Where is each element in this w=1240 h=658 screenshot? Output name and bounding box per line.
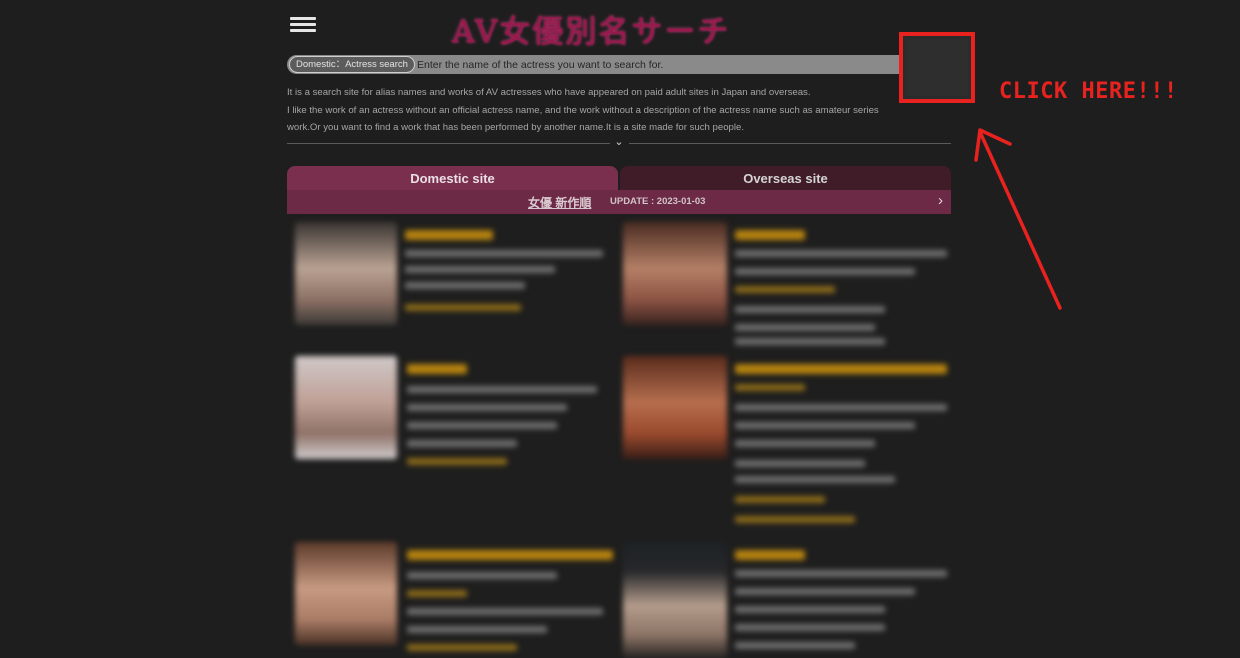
actress-name [407, 364, 467, 374]
highlight-box [899, 32, 975, 103]
actress-info [735, 476, 895, 483]
actress-card[interactable] [623, 356, 949, 531]
actress-card[interactable] [295, 542, 615, 658]
actress-info [735, 570, 947, 577]
actress-info [735, 606, 885, 613]
actress-info [735, 624, 885, 631]
actress-card[interactable] [623, 542, 949, 658]
actress-info [407, 440, 517, 447]
actress-works [407, 590, 467, 597]
actress-info [735, 306, 885, 313]
actress-works [735, 496, 825, 503]
search-mode-selector[interactable]: Domestic：Actress search [289, 56, 415, 73]
actress-name [405, 230, 493, 240]
actress-info [405, 282, 525, 289]
hamburger-menu-icon[interactable] [290, 14, 316, 38]
description-line: I like the work of an actress without an… [287, 104, 879, 116]
actress-info [407, 404, 567, 411]
actress-info [405, 266, 555, 273]
actress-info [735, 324, 875, 331]
actress-photo [295, 356, 397, 459]
arrow-annotation-icon [974, 128, 1062, 310]
actress-name [735, 550, 805, 560]
actress-works [407, 458, 507, 465]
actress-photo [623, 356, 727, 459]
actress-info [407, 608, 603, 615]
actress-info [407, 386, 597, 393]
actress-info [407, 422, 557, 429]
actress-info [407, 572, 557, 579]
tab-overseas-site[interactable]: Overseas site [620, 166, 951, 192]
actress-name [407, 550, 613, 560]
actress-new-works-link[interactable]: 女優 新作順 [528, 194, 591, 211]
actress-works [735, 516, 855, 523]
actress-name [735, 364, 947, 374]
actress-info [407, 626, 547, 633]
actress-works [407, 644, 517, 651]
actress-info [735, 404, 947, 411]
actress-photo [295, 542, 397, 645]
actress-photo [623, 222, 727, 325]
actress-photo [295, 222, 397, 325]
site-logo[interactable]: AV女優別名サーチ [452, 6, 730, 51]
actress-info [735, 338, 885, 345]
actress-works [405, 304, 521, 311]
search-bar: Domestic：Actress search ••• [287, 55, 951, 74]
actress-works [735, 286, 835, 293]
actress-info [735, 642, 855, 649]
chevron-right-icon[interactable]: › [938, 192, 943, 209]
actress-card[interactable] [295, 356, 605, 471]
actress-info [735, 268, 915, 275]
description-line: It is a search site for alias names and … [287, 87, 811, 98]
actress-info [735, 440, 875, 447]
actress-info [405, 250, 603, 257]
click-here-callout: CLICK HERE!!! [999, 79, 1178, 104]
highlight-box-fill [906, 39, 968, 96]
actress-photo [623, 542, 727, 658]
chevron-down-icon[interactable]: ⌄ [612, 136, 626, 148]
actress-name [735, 230, 805, 240]
divider [629, 143, 951, 144]
tab-domestic-site[interactable]: Domestic site [287, 166, 618, 192]
site-description: It is a search site for alias names and … [287, 84, 951, 137]
actress-info [735, 460, 865, 467]
description-line: work.Or you want to find a work that has… [287, 122, 745, 133]
actress-info [735, 250, 947, 257]
page: AV女優別名サーチ Domestic：Actress search ••• It… [0, 0, 1240, 658]
update-date: UPDATE : 2023-01-03 [610, 196, 706, 207]
actress-info [735, 422, 915, 429]
actress-works [735, 384, 805, 391]
new-works-bar: 女優 新作順 UPDATE : 2023-01-03 › [287, 190, 951, 214]
actress-card[interactable] [295, 222, 605, 327]
actress-info [735, 588, 915, 595]
search-input[interactable] [413, 55, 899, 74]
divider [287, 143, 610, 144]
actress-card[interactable] [623, 222, 949, 347]
